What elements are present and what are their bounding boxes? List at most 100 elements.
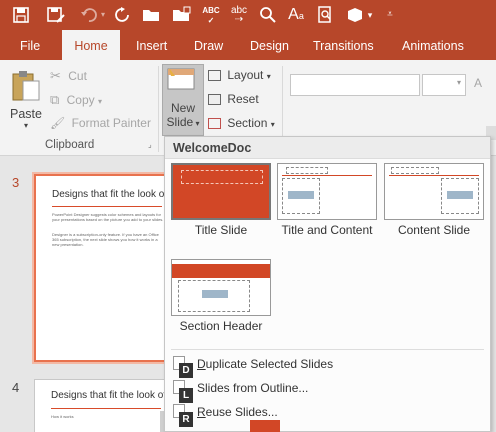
- slide-number: 3: [12, 175, 20, 190]
- title-rule: [282, 175, 372, 176]
- slide-title: Designs that fit the look of y: [52, 189, 175, 200]
- menu-accelerator: D: [197, 357, 206, 371]
- new-slide-button[interactable]: New Slide ▾: [162, 64, 204, 136]
- layout-icon: [208, 70, 221, 82]
- layout-thumbnail: [277, 163, 377, 220]
- grow-font-icon[interactable]: A: [474, 76, 482, 90]
- font-size-input[interactable]: ▾: [422, 74, 466, 96]
- tab-design[interactable]: Design: [240, 30, 299, 60]
- shapes-icon[interactable]: [345, 6, 365, 24]
- open-folder-icon[interactable]: [142, 6, 162, 24]
- group-separator: [158, 66, 159, 152]
- section-icon: [208, 118, 221, 130]
- find-icon[interactable]: [259, 6, 277, 24]
- font-size-icon[interactable]: Aa: [286, 6, 306, 24]
- new-slide-label-1: New: [170, 101, 195, 115]
- slide-thumbnail[interactable]: Designs that fit the look of How it work…: [34, 379, 168, 432]
- layout-content-slide[interactable]: Content Slide: [384, 163, 484, 237]
- layout-dropdown-icon: ▾: [266, 72, 271, 81]
- content-icons: [288, 191, 314, 199]
- copy-dropdown-icon[interactable]: ▾: [98, 97, 102, 106]
- reset-button[interactable]: Reset: [208, 92, 259, 110]
- gallery-header: WelcomeDoc: [165, 137, 490, 159]
- layout-label: Title Slide: [194, 223, 248, 237]
- reuse-slides-item[interactable]: Reuse Slides...: [165, 401, 490, 423]
- scissors-icon: ✂: [50, 68, 61, 83]
- menu-label: euse Slides...: [205, 405, 278, 419]
- layout-label: Layout: [227, 68, 264, 82]
- new-slide-icon: [167, 68, 195, 90]
- slides-from-outline-item[interactable]: Slides from Outline...: [165, 377, 490, 399]
- keytip-r: R: [179, 412, 193, 427]
- slide-title-rule: [52, 206, 162, 207]
- reset-label: Reset: [227, 92, 259, 106]
- layout-section-header[interactable]: Section Header: [171, 259, 271, 333]
- layout-thumbnail: [384, 163, 484, 220]
- content-icons: [202, 290, 228, 298]
- slide-number: 4: [12, 380, 20, 395]
- reset-icon: [208, 94, 221, 106]
- section-label: Section: [227, 116, 268, 130]
- menu-accelerator: R: [197, 405, 206, 419]
- dialog-launcher-icon[interactable]: ⌟: [148, 140, 152, 149]
- cut-label: Cut: [68, 69, 87, 83]
- undo-icon[interactable]: [80, 6, 98, 24]
- slide-body-text: How it works: [51, 414, 74, 419]
- layout-label: Content Slide: [397, 223, 471, 237]
- paste-label: Paste: [10, 107, 42, 121]
- undo-dropdown-icon[interactable]: ▾: [98, 6, 108, 24]
- title-placeholder: [181, 170, 263, 184]
- tab-home[interactable]: Home: [62, 30, 120, 60]
- slide-canvas-edge: [250, 420, 280, 432]
- redo-icon[interactable]: [114, 6, 132, 24]
- autocorrect-icon[interactable]: abc ⇢: [228, 6, 250, 25]
- quick-access-toolbar: ▾ ABC ✓ abc ⇢ Aa ▾ ⩡: [0, 0, 496, 30]
- paste-button[interactable]: Paste ▾: [8, 68, 44, 130]
- slide-thumbnail[interactable]: Designs that fit the look of y PowerPoin…: [34, 174, 175, 362]
- layout-thumbnail: [171, 163, 271, 220]
- duplicate-selected-slides-item[interactable]: Duplicate Selected Slides: [165, 353, 490, 375]
- slide-title: Designs that fit the look of: [51, 390, 167, 401]
- slide-title-rule: [51, 408, 161, 409]
- header-band: [172, 264, 270, 278]
- tab-animations[interactable]: Animations: [392, 30, 474, 60]
- paste-dropdown-icon[interactable]: ▾: [8, 121, 44, 130]
- layout-button[interactable]: Layout ▾: [208, 68, 271, 86]
- layout-title-and-content[interactable]: Title and Content: [277, 163, 377, 237]
- spelling-icon[interactable]: ABC ✓: [200, 6, 222, 25]
- new-slide-dropdown-icon: ▾: [193, 119, 200, 128]
- title-placeholder: [391, 167, 439, 174]
- layout-label: Title and Content: [281, 223, 373, 237]
- slide-body-text: Designer is a subscription-only feature.…: [52, 232, 159, 247]
- menu-label: Slides from Outline...: [197, 381, 309, 395]
- new-slide-label-2: Slide ▾: [166, 115, 200, 129]
- format-painter-button[interactable]: 🖌 Format Painter: [50, 116, 151, 134]
- ribbon-tabs: File Home Insert Draw Design Transitions…: [0, 30, 496, 60]
- tab-insert[interactable]: Insert: [126, 30, 177, 60]
- copy-label: Copy: [66, 93, 95, 107]
- save-icon[interactable]: [12, 6, 32, 24]
- menu-label: uplicate Selected Slides: [205, 357, 334, 371]
- slide-body-text: PowerPoint Designer suggests color schem…: [52, 212, 164, 222]
- font-name-input[interactable]: [290, 74, 420, 96]
- format-painter-label: Format Painter: [71, 116, 151, 130]
- title-placeholder: [286, 167, 328, 174]
- copy-icon: ⧉: [50, 92, 60, 107]
- print-preview-icon[interactable]: [316, 6, 336, 24]
- layout-title-slide[interactable]: Title Slide: [171, 163, 271, 237]
- cut-button[interactable]: ✂ Cut: [50, 68, 87, 86]
- keytip-d: D: [179, 363, 193, 378]
- tab-draw[interactable]: Draw: [184, 30, 233, 60]
- save-as-icon[interactable]: [46, 6, 66, 24]
- new-slide-gallery: WelcomeDoc Title Slide Title and Content…: [164, 136, 491, 432]
- clipboard-group-label: Clipboard: [45, 139, 95, 151]
- tab-file[interactable]: File: [10, 30, 50, 60]
- shapes-dropdown-icon[interactable]: ▾: [365, 6, 375, 24]
- customize-icon[interactable]: ⩡: [383, 6, 397, 24]
- new-folder-icon[interactable]: [172, 6, 192, 24]
- font-size-dropdown-icon[interactable]: ▾: [457, 78, 461, 87]
- section-button[interactable]: Section ▾: [208, 116, 275, 134]
- tab-transitions[interactable]: Transitions: [303, 30, 384, 60]
- gallery-divider: [171, 349, 484, 350]
- copy-button[interactable]: ⧉ Copy ▾: [50, 92, 102, 110]
